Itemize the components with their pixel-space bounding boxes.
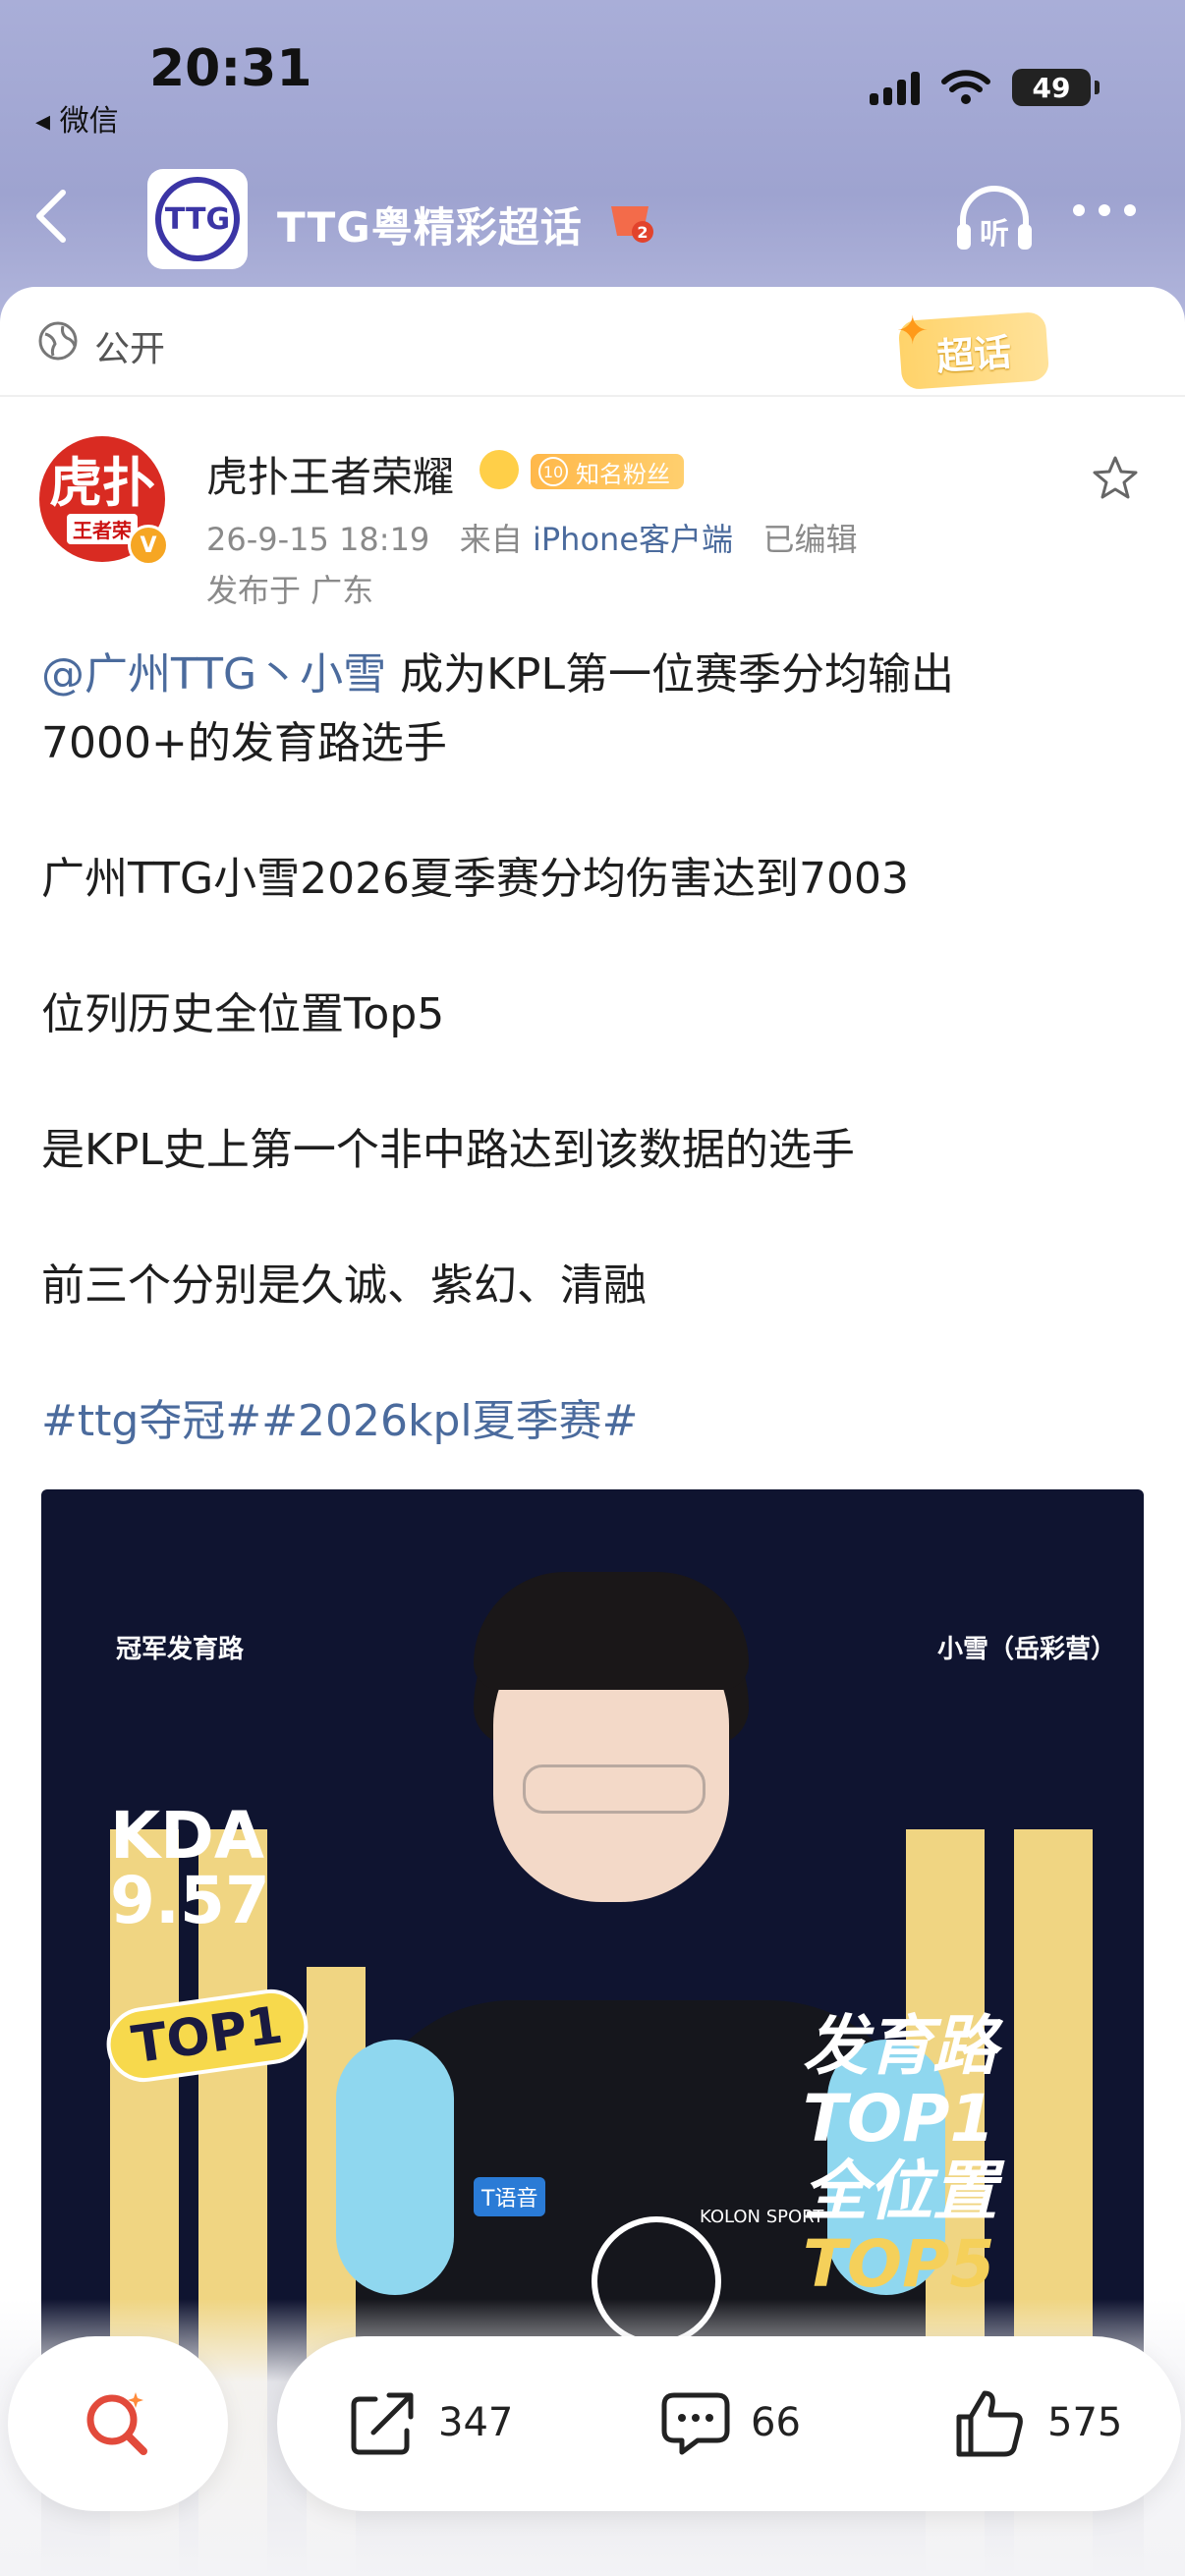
post-paragraph-5: 前三个分别是久诚、紫幻、清融 — [41, 1260, 647, 1311]
wifi-icon — [941, 70, 990, 104]
favorite-star-icon[interactable] — [1091, 454, 1140, 503]
hashtag-links[interactable]: #ttg夺冠##2026kpl夏季赛# — [41, 1387, 1142, 1456]
level-badge-icon: 2 — [611, 206, 653, 243]
comment-count: 66 — [751, 2400, 801, 2445]
back-arrow-icon[interactable] — [29, 187, 73, 246]
share-button[interactable]: 347 — [346, 2385, 513, 2460]
post-paragraph-2: 广州TTG小雪2026夏季赛分均伤害达到7003 — [41, 854, 910, 904]
fan-emoji-icon — [480, 450, 519, 489]
avatar-main-text: 虎扑 — [49, 451, 155, 514]
search-button[interactable] — [8, 2336, 228, 2511]
user-mention-link[interactable]: @广州TTG丶小雪 — [41, 649, 386, 700]
jersey-patch: T语音 — [474, 2177, 546, 2216]
post-from-prefix: 来自 — [459, 521, 523, 558]
post-paragraph-3: 位列历史全位置Top5 — [41, 989, 445, 1039]
cellular-signal-icon — [870, 70, 920, 105]
search-icon — [86, 2392, 147, 2455]
page-title: TTG粤精彩超话 — [277, 203, 583, 252]
share-icon — [351, 2392, 414, 2455]
kda-label: KDA — [110, 1798, 265, 1874]
player-hair-top — [474, 1572, 749, 1690]
post-source-link[interactable]: iPhone客户端 — [533, 521, 733, 558]
post-paragraph-1: @广州TTG丶小雪 成为KPL第一位赛季分均输出7000+的发育路选手 — [41, 641, 1142, 778]
listen-icon[interactable]: 听 — [953, 183, 1036, 257]
supertopic-logo[interactable]: TTG — [147, 169, 248, 269]
status-icons: 49 — [870, 69, 1100, 106]
like-button[interactable]: 575 — [951, 2385, 1122, 2460]
comment-button[interactable]: 66 — [658, 2385, 801, 2460]
more-options-icon[interactable] — [1073, 204, 1136, 216]
like-count: 575 — [1047, 2400, 1123, 2445]
comment-icon — [661, 2392, 730, 2455]
visibility-label: 公开 — [94, 329, 166, 369]
rank-line-1: 发育路TOP1 — [803, 2008, 997, 2156]
fan-level-number: 10 — [538, 457, 568, 486]
battery-icon: 49 — [1012, 69, 1100, 106]
kda-value: 9.57 — [110, 1863, 270, 1938]
post-paragraph-4: 是KPL史上第一个非中路达到该数据的选手 — [41, 1125, 855, 1175]
verified-icon: V — [128, 525, 169, 566]
sparkle-icon: ✦ — [896, 308, 930, 354]
rank-line-2b: TOP5 — [803, 2226, 995, 2302]
post-meta: 26-9-15 18:19 来自 iPhone客户端 已编辑 — [206, 515, 858, 560]
post-actions-bar: 347 66 575 — [277, 2336, 1181, 2511]
svg-text:2: 2 — [637, 223, 648, 242]
post-time: 26-9-15 18:19 — [206, 521, 430, 558]
kda-block: KDA 9.57 — [110, 1804, 270, 1933]
edited-label: 已编辑 — [762, 521, 858, 558]
author-name[interactable]: 虎扑王者荣耀 — [206, 444, 454, 504]
thumbs-up-icon — [956, 2390, 1023, 2457]
visibility-row: 公开 超话 ✦ — [0, 287, 1185, 397]
player-glasses — [523, 1764, 705, 1814]
rank-text: 发育路TOP1 全位置TOP5 — [803, 2010, 1144, 2301]
ttg-logo-icon: TTG — [155, 177, 240, 261]
image-tag-left: 冠军发育路 — [116, 1635, 245, 1664]
image-tag-right: 小雪（岳彩营） — [937, 1635, 1117, 1664]
fan-level-badge[interactable]: 10 知名粉丝 — [531, 454, 684, 489]
avatar-sub-text: 王者荣 — [67, 513, 138, 544]
back-to-app-link[interactable]: ◂ 微信 — [35, 96, 119, 140]
post-location: 发布于 广东 — [206, 572, 374, 609]
share-count: 347 — [438, 2400, 514, 2445]
globe-icon — [38, 321, 78, 361]
rank-line-2a: 全位置 — [803, 2154, 997, 2229]
svg-text:听: 听 — [980, 217, 1009, 252]
jersey-sleeve — [336, 2040, 454, 2295]
fan-level-label: 知名粉丝 — [576, 460, 670, 488]
status-time: 20:31 — [149, 39, 312, 98]
